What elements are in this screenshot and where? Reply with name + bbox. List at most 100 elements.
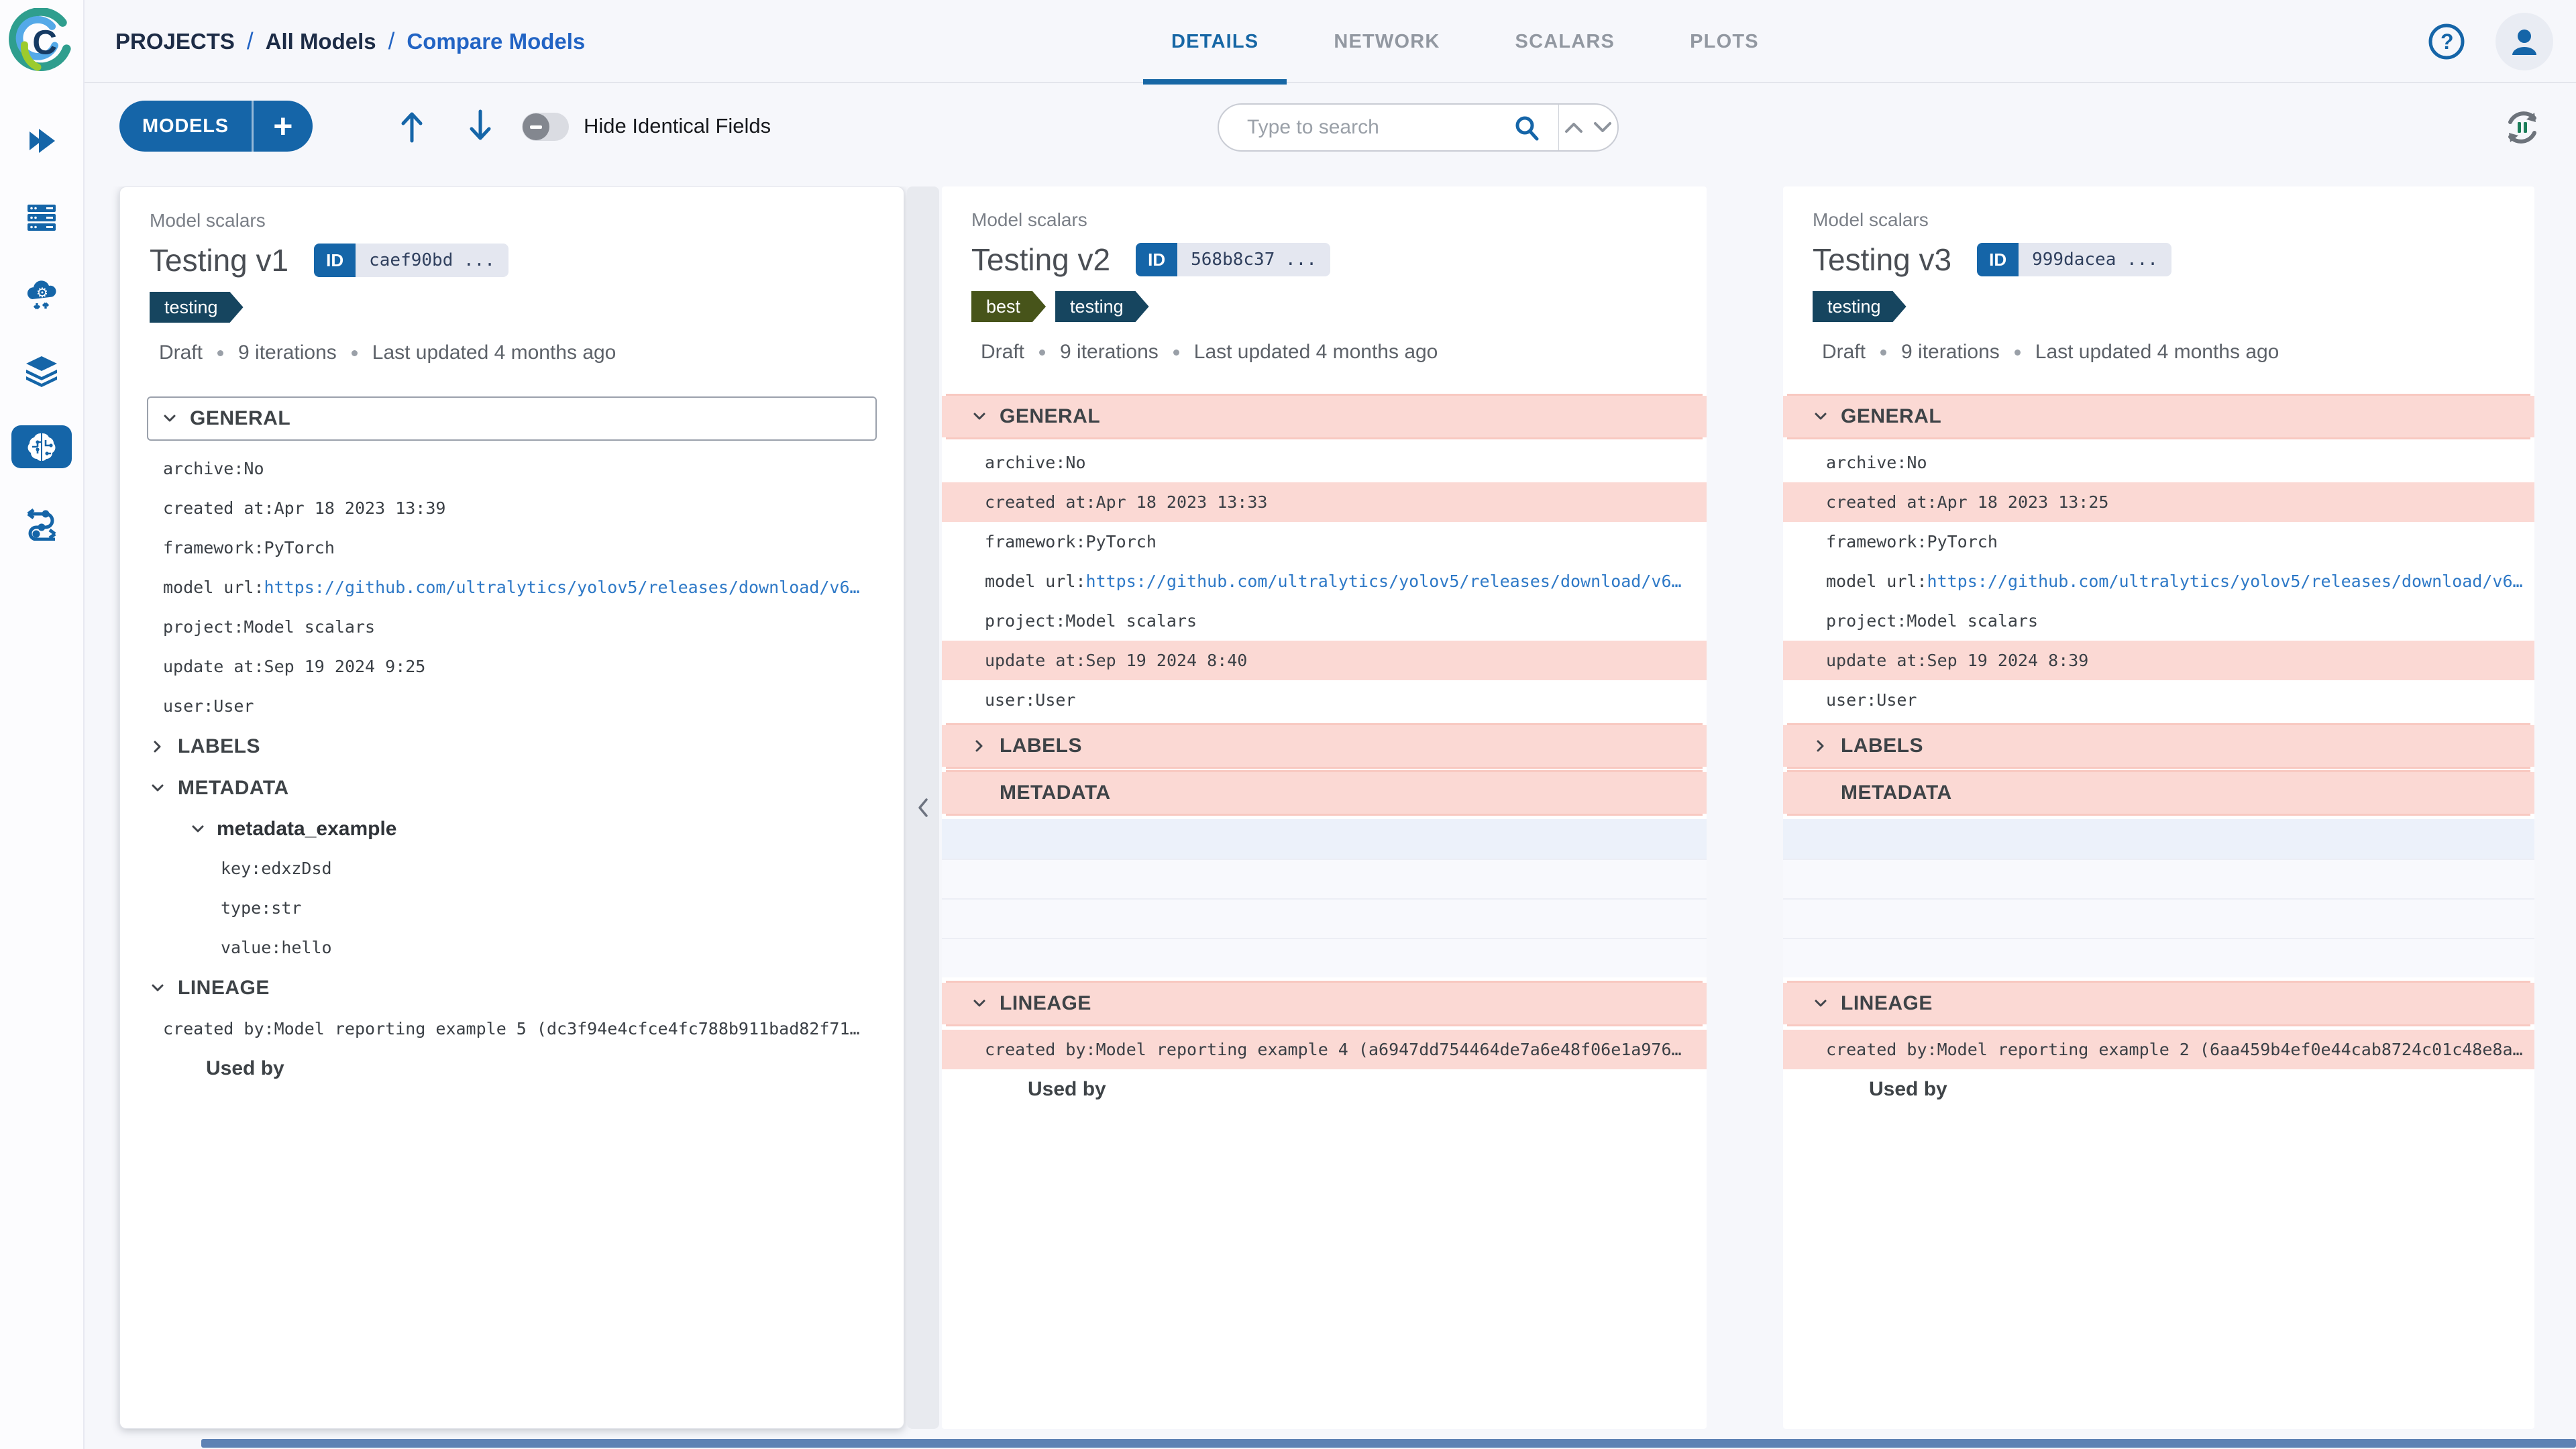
add-model-button[interactable]: +: [254, 103, 313, 150]
tab-network[interactable]: NETWORK: [1315, 0, 1458, 83]
section-header-lineage[interactable]: LINEAGE: [120, 967, 904, 1009]
field-key: user: [1826, 690, 1867, 710]
topbar-actions: ?: [2427, 0, 2553, 83]
section-header-general[interactable]: GENERAL: [1783, 396, 2534, 437]
pipeline-icon: [27, 508, 56, 541]
breadcrumb-separator: /: [246, 28, 254, 54]
field-value-link[interactable]: https://github.com/ultralytics/yolov5/re…: [1086, 572, 1682, 591]
status-text: Draft: [1822, 341, 1866, 363]
sidebar-item-models[interactable]: [11, 425, 72, 468]
layers-icon: [26, 356, 57, 387]
model-id-badge[interactable]: ID 999dacea ...: [1977, 243, 2171, 276]
sidebar-item-servers[interactable]: [11, 196, 72, 239]
field-value: str: [271, 898, 302, 918]
section-header-lineage[interactable]: LINEAGE: [1783, 983, 2534, 1024]
section-title: METADATA: [178, 777, 289, 799]
field-row-model-url: model url : https://github.com/ultralyti…: [163, 578, 860, 597]
section-header-metadata[interactable]: METADATA: [942, 772, 1707, 814]
status-text: Last updated 4 months ago: [1193, 341, 1438, 363]
field-key: project: [985, 611, 1056, 631]
model-id-badge[interactable]: ID 568b8c37 ...: [1136, 243, 1330, 276]
field-key: framework: [1826, 532, 1917, 551]
chevron-down-icon: [152, 784, 164, 792]
metadata-group-header[interactable]: metadata_example: [120, 809, 904, 849]
field-key: user: [985, 690, 1026, 710]
id-badge-label: ID: [1136, 243, 1178, 276]
fast-forward-icon: [30, 129, 55, 153]
field-value: Model scalars: [1065, 611, 1197, 631]
metadata-placeholder-row: [1783, 938, 2534, 977]
sidebar-item-datasets[interactable]: [11, 349, 72, 392]
section-title: GENERAL: [1000, 405, 1101, 427]
models-split-button[interactable]: MODELS +: [119, 101, 313, 152]
hide-identical-toggle[interactable]: [522, 113, 569, 141]
arrow-up-icon: [401, 112, 423, 143]
model-status-row: Draft 9 iterations Last updated 4 months a…: [1822, 341, 2534, 364]
tab-plots[interactable]: PLOTS: [1671, 0, 1778, 83]
search-prev-button[interactable]: [1559, 105, 1588, 150]
field-value: Model reporting example 4 (a6947dd754464…: [1095, 1040, 1682, 1059]
section-header-labels[interactable]: LABELS: [1783, 725, 2534, 767]
model-name: Testing v1: [150, 243, 289, 278]
model-column-testing-v1: Model scalars Testing v1 ID caef90bd ... tes…: [119, 186, 904, 1429]
help-icon[interactable]: ?: [2427, 22, 2466, 61]
move-down-button[interactable]: [460, 106, 500, 146]
field-row-value: value : hello: [221, 938, 332, 957]
user-avatar[interactable]: [2496, 13, 2553, 70]
field-value-link[interactable]: https://github.com/ultralytics/yolov5/re…: [1927, 572, 2523, 591]
section-title: LINEAGE: [1000, 992, 1091, 1014]
status-separator-dot: [1173, 349, 1179, 356]
field-value: edxzDsd: [261, 859, 332, 878]
comet-logo[interactable]: C: [9, 8, 74, 74]
horizontal-scrollbar[interactable]: [201, 1439, 2576, 1448]
breadcrumb-projects[interactable]: PROJECTS: [115, 29, 235, 54]
field-row-archive: archive : No: [1826, 453, 1927, 472]
section-header-labels[interactable]: LABELS: [942, 725, 1707, 767]
tag-testing: testing: [1813, 291, 1907, 322]
field-value-link[interactable]: https://github.com/ultralytics/yolov5/re…: [264, 578, 860, 597]
section-header-lineage[interactable]: LINEAGE: [942, 983, 1707, 1024]
section-header-metadata[interactable]: METADATA: [120, 767, 904, 809]
id-badge-value: caef90bd ...: [356, 244, 508, 277]
cloud-gear-icon: ⚙: [27, 280, 56, 310]
section-header-general[interactable]: GENERAL: [942, 396, 1707, 437]
metadata-placeholder-row: [1783, 898, 2534, 938]
breadcrumb-compare-models: Compare Models: [407, 29, 586, 54]
tag-best: best: [971, 291, 1046, 322]
section-title: LABELS: [178, 735, 260, 757]
tab-scalars[interactable]: SCALARS: [1497, 0, 1634, 83]
section-title: LINEAGE: [1841, 992, 1933, 1014]
sidebar-item-cloud-compute[interactable]: ⚙: [11, 272, 72, 315]
sidebar-item-getting-started[interactable]: [11, 119, 72, 162]
field-key: archive: [1826, 453, 1897, 472]
field-key: update at: [985, 651, 1076, 670]
section-header-metadata[interactable]: METADATA: [1783, 772, 2534, 814]
section-header-general[interactable]: GENERAL: [147, 396, 877, 441]
field-row-model-url: model url : https://github.com/ultralyti…: [1826, 572, 2523, 591]
search-icon[interactable]: [1513, 113, 1541, 142]
field-value: Model scalars: [1907, 611, 2039, 631]
field-row-project: project : Model scalars: [1826, 611, 2039, 631]
chevron-down-icon: [164, 415, 176, 422]
search-input[interactable]: [1219, 105, 1506, 150]
field-key: created at: [163, 498, 264, 518]
breadcrumb-all-models[interactable]: All Models: [266, 29, 376, 54]
search-next-button[interactable]: [1589, 105, 1617, 150]
model-id-badge[interactable]: ID caef90bd ...: [314, 244, 508, 277]
model-column-testing-v3: Model scalars Testing v3 ID 999dacea ... tes…: [1783, 186, 2534, 1429]
collapse-column-handle[interactable]: [907, 186, 939, 1429]
arrow-down-icon: [470, 109, 491, 140]
field-key: framework: [163, 538, 254, 557]
auto-refresh-pause-button[interactable]: [2501, 106, 2544, 149]
chevron-down-icon: [192, 825, 204, 832]
field-key: project: [1826, 611, 1897, 631]
field-key: update at: [163, 657, 254, 676]
id-badge-label: ID: [314, 244, 356, 277]
move-up-button[interactable]: [392, 106, 432, 146]
field-value: Apr 18 2023 13:39: [274, 498, 446, 518]
sidebar-item-pipelines[interactable]: [11, 502, 72, 545]
chevron-right-icon: [1817, 740, 1824, 752]
tab-details[interactable]: DETAILS: [1142, 0, 1287, 85]
section-header-labels[interactable]: LABELS: [120, 726, 904, 767]
field-value: Model reporting example 5 (dc3f94e4cfce4…: [274, 1019, 860, 1038]
